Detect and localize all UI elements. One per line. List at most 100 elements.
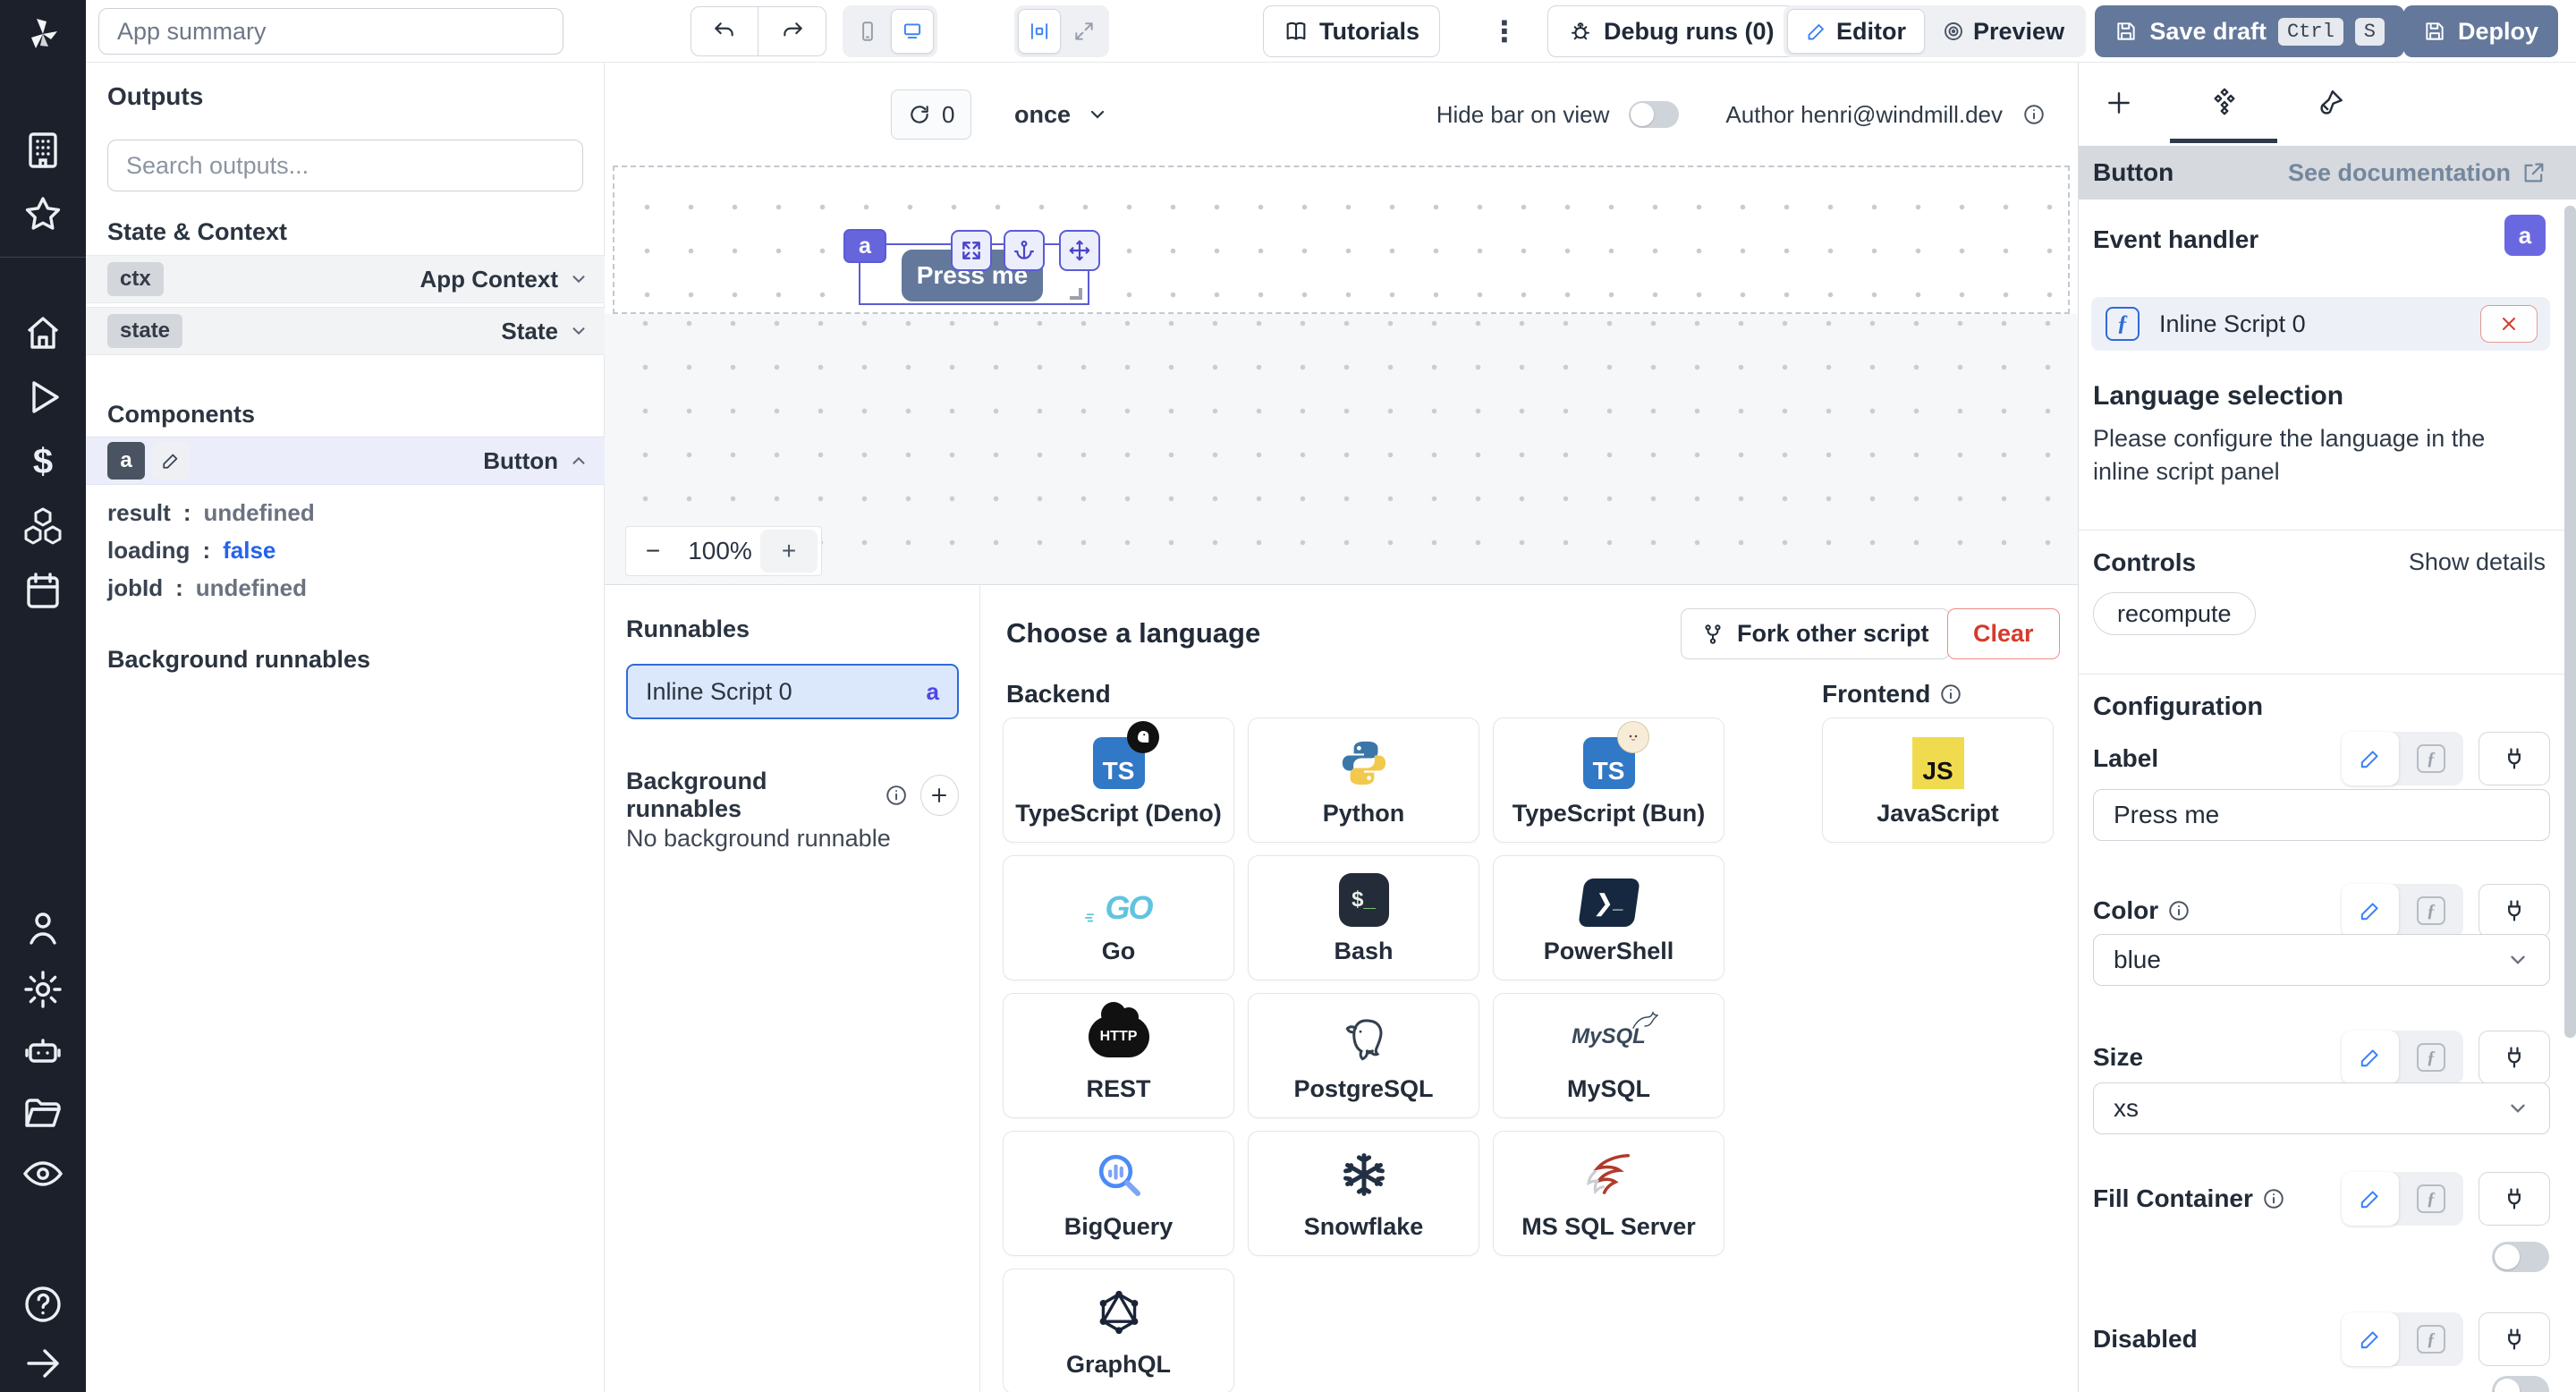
save-draft-button[interactable]: Save draft Ctrl S bbox=[2095, 5, 2404, 57]
panel-scrollbar[interactable] bbox=[2564, 206, 2576, 1038]
state-row[interactable]: state State bbox=[86, 307, 605, 355]
static-mode-button[interactable] bbox=[2342, 884, 2399, 938]
label-value-input[interactable] bbox=[2093, 789, 2550, 841]
redo-button[interactable] bbox=[758, 6, 826, 56]
canvas-grid-row[interactable] bbox=[613, 166, 2070, 314]
see-documentation-link[interactable]: See documentation bbox=[2288, 159, 2546, 187]
recompute-chip[interactable]: recompute bbox=[2093, 592, 2256, 635]
variables-dollar-icon[interactable]: $ bbox=[21, 440, 64, 483]
language-tile-go[interactable]: GO Go bbox=[1003, 855, 1234, 980]
bash-terminal-icon: $_ bbox=[1339, 873, 1389, 927]
debug-runs-button[interactable]: Debug runs (0) bbox=[1547, 5, 1795, 57]
plug-icon bbox=[2502, 1186, 2527, 1211]
help-icon[interactable] bbox=[21, 1283, 64, 1326]
graphql-icon bbox=[1095, 1285, 1143, 1340]
clear-button[interactable]: Clear bbox=[1947, 608, 2060, 659]
fullwidth-button[interactable] bbox=[1063, 9, 1106, 54]
fork-other-script-button[interactable]: Fork other script bbox=[1681, 608, 1950, 659]
static-mode-button[interactable] bbox=[2342, 732, 2399, 785]
eval-mode-button[interactable]: ƒ bbox=[2399, 744, 2463, 773]
frontend-language-grid: JS JavaScript bbox=[1822, 717, 2054, 843]
language-tile-postgresql[interactable]: PostgreSQL bbox=[1248, 993, 1479, 1118]
add-background-runnable-button[interactable] bbox=[920, 775, 959, 816]
schedules-calendar-icon[interactable] bbox=[21, 569, 64, 612]
color-select[interactable]: blue bbox=[2093, 934, 2550, 986]
expand-rail-arrow-icon[interactable] bbox=[21, 1342, 64, 1385]
chevron-down-icon bbox=[569, 321, 589, 341]
zoom-in-button[interactable]: + bbox=[760, 530, 818, 573]
preview-tab[interactable]: Preview bbox=[1925, 9, 2082, 54]
zoom-out-button[interactable]: − bbox=[626, 537, 680, 565]
static-mode-button[interactable] bbox=[2342, 1031, 2399, 1084]
tab-settings-components[interactable] bbox=[2199, 77, 2250, 129]
inline-script-item[interactable]: Inline Script 0 a bbox=[626, 664, 959, 719]
language-tile-powershell[interactable]: ❯_ PowerShell bbox=[1493, 855, 1724, 980]
move-handle[interactable] bbox=[1059, 230, 1100, 271]
language-tile-python[interactable]: Python bbox=[1248, 717, 1479, 843]
language-tile-mysql[interactable]: MySQL MySQL bbox=[1493, 993, 1724, 1118]
editor-tab[interactable]: Editor bbox=[1787, 9, 1925, 54]
mobile-view-button[interactable] bbox=[846, 9, 889, 54]
home-icon[interactable] bbox=[21, 311, 64, 354]
anchor-handle[interactable] bbox=[1004, 230, 1045, 271]
connect-plug-button[interactable] bbox=[2479, 732, 2550, 785]
language-tile-rest[interactable]: HTTP REST bbox=[1003, 993, 1234, 1118]
static-mode-button[interactable] bbox=[2342, 1172, 2399, 1226]
connect-plug-button[interactable] bbox=[2479, 1031, 2550, 1084]
deploy-button[interactable]: Deploy bbox=[2403, 5, 2558, 57]
windmill-logo[interactable] bbox=[21, 13, 64, 55]
language-tile-mssql[interactable]: MS SQL Server bbox=[1493, 1131, 1724, 1256]
connect-plug-button[interactable] bbox=[2479, 1172, 2550, 1226]
runs-play-icon[interactable] bbox=[21, 376, 64, 419]
language-tile-javascript[interactable]: JS JavaScript bbox=[1822, 717, 2054, 843]
language-tile-typescript-deno[interactable]: TS TypeScript (Deno) bbox=[1003, 717, 1234, 843]
component-button-row[interactable]: a Button bbox=[86, 437, 605, 485]
language-tile-snowflake[interactable]: Snowflake bbox=[1248, 1131, 1479, 1256]
tab-insert-plus[interactable] bbox=[2093, 77, 2145, 129]
favorites-star-icon[interactable] bbox=[21, 193, 64, 236]
eval-mode-button[interactable]: ƒ bbox=[2399, 1184, 2463, 1213]
connect-plug-button[interactable] bbox=[2479, 884, 2550, 938]
folders-icon[interactable] bbox=[21, 1091, 64, 1134]
workers-robot-icon[interactable] bbox=[21, 1031, 64, 1074]
tutorials-button[interactable]: Tutorials bbox=[1263, 5, 1440, 57]
expand-handle[interactable] bbox=[951, 230, 992, 271]
language-selection-note: Please configure the language in the inl… bbox=[2093, 422, 2545, 488]
tab-styling-brush[interactable] bbox=[2304, 77, 2356, 129]
search-outputs-input[interactable] bbox=[107, 140, 583, 191]
remove-script-button[interactable] bbox=[2480, 305, 2538, 343]
eval-mode-button[interactable]: ƒ bbox=[2399, 1325, 2463, 1354]
event-handler-inline-script[interactable]: ƒ Inline Script 0 bbox=[2091, 297, 2550, 351]
hide-bar-toggle[interactable] bbox=[1629, 101, 1679, 128]
language-tile-bash[interactable]: $_ Bash bbox=[1248, 855, 1479, 980]
size-select[interactable]: xs bbox=[2093, 1082, 2550, 1134]
audit-eye-icon[interactable] bbox=[21, 1152, 64, 1195]
eval-mode-button[interactable]: ƒ bbox=[2399, 896, 2463, 925]
language-tile-bigquery[interactable]: BigQuery bbox=[1003, 1131, 1234, 1256]
resize-handle[interactable] bbox=[1070, 288, 1082, 300]
fill-container-toggle[interactable] bbox=[2492, 1242, 2549, 1272]
rename-component-button[interactable] bbox=[152, 442, 190, 480]
users-person-icon[interactable] bbox=[21, 907, 64, 950]
workspace-icon[interactable] bbox=[21, 129, 64, 172]
canvas-grid-background[interactable] bbox=[605, 314, 2078, 584]
desktop-view-button[interactable] bbox=[891, 9, 934, 54]
app-summary-input[interactable] bbox=[98, 8, 564, 55]
component-type: Button bbox=[483, 447, 558, 475]
static-mode-button[interactable] bbox=[2342, 1312, 2399, 1366]
plug-icon bbox=[2502, 746, 2527, 771]
ctx-row[interactable]: ctx App Context bbox=[86, 255, 605, 303]
disabled-toggle[interactable] bbox=[2492, 1376, 2549, 1392]
center-content-button[interactable] bbox=[1018, 9, 1061, 54]
settings-gear-icon[interactable] bbox=[21, 968, 64, 1011]
eval-mode-button[interactable]: ƒ bbox=[2399, 1043, 2463, 1072]
resources-cubes-icon[interactable] bbox=[21, 505, 64, 547]
interval-select[interactable]: once bbox=[1014, 89, 1108, 140]
language-tile-typescript-bun[interactable]: TS TypeScript (Bun) bbox=[1493, 717, 1724, 843]
show-details-link[interactable]: Show details bbox=[2409, 548, 2546, 576]
undo-button[interactable] bbox=[691, 6, 758, 56]
connect-plug-button[interactable] bbox=[2479, 1312, 2550, 1366]
refresh-counter[interactable]: 0 bbox=[891, 89, 971, 140]
more-menu-button[interactable]: ⋮ bbox=[1487, 5, 1522, 57]
language-tile-graphql[interactable]: GraphQL bbox=[1003, 1269, 1234, 1392]
